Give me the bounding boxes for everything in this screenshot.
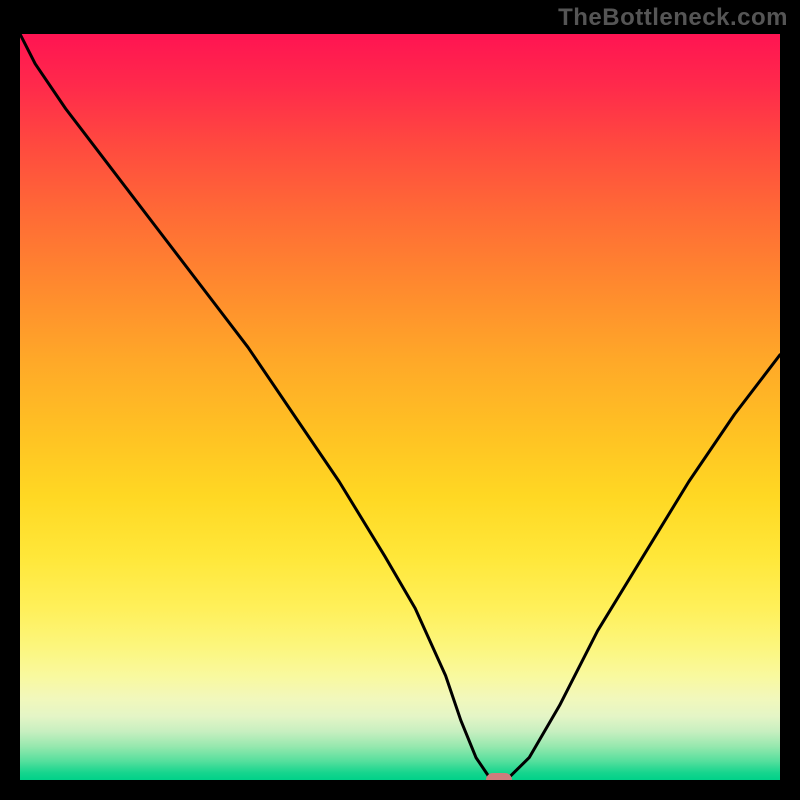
bottleneck-curve: [20, 34, 780, 780]
chart-frame: TheBottleneck.com: [0, 0, 800, 800]
watermark-text: TheBottleneck.com: [558, 4, 788, 32]
optimal-point-marker: [486, 773, 512, 780]
plot-area: [20, 34, 780, 780]
